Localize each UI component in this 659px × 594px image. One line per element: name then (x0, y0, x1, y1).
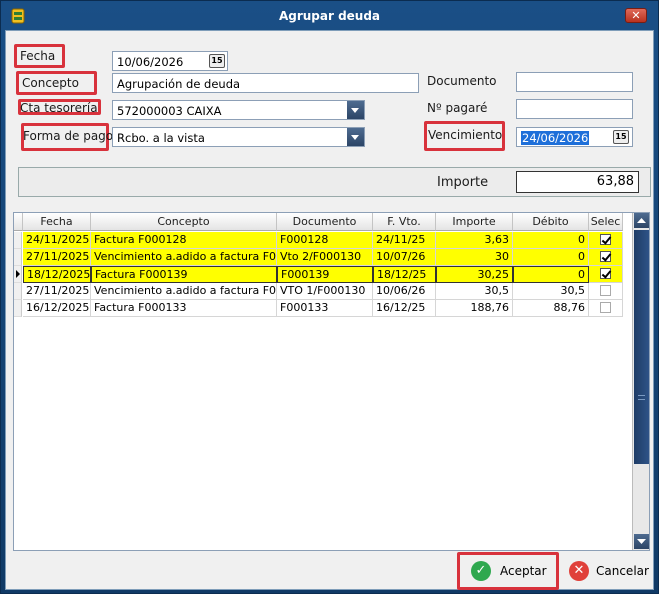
cell-documento[interactable]: Vto 2/F000130 (277, 249, 373, 266)
close-icon[interactable]: ✕ (625, 8, 647, 23)
cell-concepto[interactable]: Vencimiento a.adido a factura F000130 (91, 249, 277, 266)
cell-fecha[interactable]: 18/12/2025 (23, 266, 91, 283)
documento-input[interactable] (516, 72, 633, 92)
cell-importe[interactable]: 188,76 (436, 300, 513, 317)
cell-fvto[interactable]: 10/07/26 (373, 249, 436, 266)
cell-debito[interactable]: 0 (513, 232, 589, 249)
pagare-label: Nº pagaré (427, 101, 488, 115)
cell-debito[interactable]: 0 (513, 266, 589, 283)
cell-fvto[interactable]: 10/06/26 (373, 283, 436, 300)
fecha-label: Fecha (20, 49, 56, 63)
concepto-label: Concepto (22, 76, 79, 90)
vencimiento-label: Vencimiento (428, 128, 503, 142)
cell-concepto[interactable]: Factura F000139 (91, 266, 277, 283)
cell-concepto[interactable]: Factura F000128 (91, 232, 277, 249)
cell-selec (589, 300, 623, 317)
calendar-icon[interactable]: 15 (209, 54, 225, 68)
vencimiento-value: 24/06/2026 (521, 131, 590, 145)
cta-tesoreria-label: Cta tesorería (20, 101, 98, 115)
row-indicator[interactable] (14, 249, 22, 266)
cell-debito[interactable]: 30,5 (513, 283, 589, 300)
pagare-input[interactable] (516, 99, 633, 119)
scroll-down-button[interactable] (634, 534, 649, 549)
scroll-up-button[interactable] (634, 213, 649, 228)
cell-fvto[interactable]: 18/12/25 (373, 266, 436, 283)
column-header-documento[interactable]: Documento (277, 213, 373, 231)
cell-fecha[interactable]: 27/11/2025 (23, 249, 91, 266)
forma-pago-select[interactable]: Rcbo. a la vista (112, 127, 365, 147)
cell-concepto[interactable]: Vencimiento a.adido a factura F000130 (91, 283, 277, 300)
cell-selec (589, 266, 623, 283)
cell-importe[interactable]: 3,63 (436, 232, 513, 249)
cell-importe[interactable]: 30,25 (436, 266, 513, 283)
scroll-thumb[interactable] (634, 230, 649, 464)
current-row-arrow-icon (16, 270, 20, 278)
window-title: Agrupar deuda (278, 9, 381, 23)
dialog-window: Agrupar deuda ✕ Fecha 10/06/2026 15 Conc… (0, 0, 659, 594)
table-header-indicator (14, 213, 23, 231)
cancelar-button[interactable]: ✕ Cancelar (569, 556, 651, 586)
cell-fvto[interactable]: 24/11/25 (373, 232, 436, 249)
chevron-up-icon (637, 218, 646, 223)
cell-documento[interactable]: F000133 (277, 300, 373, 317)
row-indicator[interactable] (14, 283, 22, 300)
column-header-fvto[interactable]: F. Vto. (373, 213, 436, 231)
cell-fecha[interactable]: 24/11/2025 (23, 232, 91, 249)
cell-selec (589, 249, 623, 266)
aceptar-label: Aceptar (500, 564, 547, 578)
cell-fvto[interactable]: 16/12/25 (373, 300, 436, 317)
select-checkbox[interactable] (600, 302, 611, 313)
column-header-debito[interactable]: Débito (513, 213, 589, 231)
importe-label: Importe (437, 175, 489, 190)
chevron-down-icon (637, 539, 646, 544)
cell-documento[interactable]: F000139 (277, 266, 373, 283)
cell-selec (589, 283, 623, 300)
aceptar-button[interactable]: ✓ Aceptar (471, 556, 553, 586)
row-indicator[interactable] (14, 266, 22, 283)
cancel-icon: ✕ (569, 561, 589, 581)
column-header-selec[interactable]: Selec (589, 213, 623, 231)
cancelar-label: Cancelar (596, 564, 649, 578)
dialog-body: Fecha 10/06/2026 15 Concepto Agrupación … (5, 30, 654, 590)
column-header-fecha[interactable]: Fecha (23, 213, 91, 231)
cell-fecha[interactable]: 16/12/2025 (23, 300, 91, 317)
deuda-table[interactable]: Fecha Concepto Documento F. Vto. Importe… (13, 212, 650, 551)
cell-concepto[interactable]: Factura F000133 (91, 300, 277, 317)
cell-fecha[interactable]: 27/11/2025 (23, 283, 91, 300)
chevron-down-icon[interactable] (347, 128, 364, 146)
grip-icon (638, 395, 645, 400)
select-checkbox[interactable] (600, 285, 611, 296)
check-icon: ✓ (471, 561, 491, 581)
forma-pago-label: Forma de pago (23, 129, 114, 143)
cell-debito[interactable]: 0 (513, 249, 589, 266)
cell-selec (589, 232, 623, 249)
cell-debito[interactable]: 88,76 (513, 300, 589, 317)
importe-panel: Importe 63,88 (18, 167, 651, 197)
cell-importe[interactable]: 30,5 (436, 283, 513, 300)
vertical-scrollbar[interactable] (632, 213, 649, 550)
calendar-icon[interactable]: 15 (613, 130, 629, 144)
chevron-down-icon[interactable] (347, 101, 364, 119)
row-indicator[interactable] (14, 232, 22, 249)
cell-documento[interactable]: F000128 (277, 232, 373, 249)
select-checkbox[interactable] (600, 251, 611, 262)
documento-label: Documento (427, 74, 497, 88)
column-header-concepto[interactable]: Concepto (91, 213, 277, 231)
select-checkbox[interactable] (600, 268, 611, 279)
cell-importe[interactable]: 30 (436, 249, 513, 266)
row-indicator[interactable] (14, 300, 22, 317)
column-header-importe[interactable]: Importe (436, 213, 513, 231)
cell-documento[interactable]: VTO 1/F000130 (277, 283, 373, 300)
importe-total: 63,88 (516, 171, 639, 193)
select-checkbox[interactable] (600, 234, 611, 245)
cta-tesoreria-select[interactable]: 572000003 CAIXA (112, 100, 365, 120)
concepto-input[interactable]: Agrupación de deuda (112, 73, 419, 93)
title-bar[interactable]: Agrupar deuda ✕ (1, 1, 658, 31)
